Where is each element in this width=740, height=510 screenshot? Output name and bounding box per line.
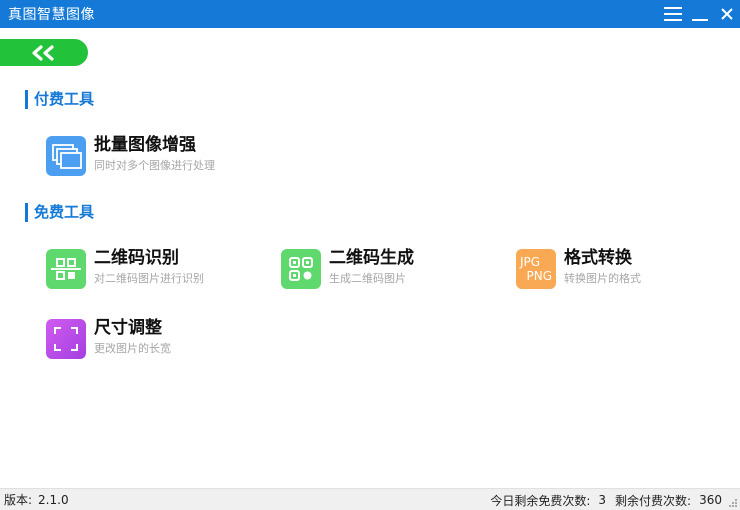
tool-name: 二维码识别 (94, 248, 179, 268)
close-icon[interactable] (713, 0, 740, 28)
tool-desc: 生成二维码图片 (329, 272, 406, 285)
resize-grip-icon[interactable] (728, 498, 738, 508)
tool-name: 二维码生成 (329, 248, 414, 268)
png-label: PNG (526, 269, 552, 283)
resize-frame-icon (46, 319, 86, 359)
tool-qr-generate[interactable]: 二维码生成 生成二维码图片 (281, 248, 414, 289)
status-bar: 版本: 2.1.0 今日剩余免费次数: 3 剩余付费次数: 360 (0, 488, 740, 510)
back-button[interactable] (0, 39, 88, 66)
tool-resize[interactable]: 尺寸调整 更改图片的长宽 (46, 318, 171, 359)
free-count-value: 3 (598, 493, 607, 507)
tool-name: 批量图像增强 (94, 135, 196, 155)
app-window: 真图智慧图像 付费工具 批量图像增强 同时对多个图像进行处理 免费工具 二维码识… (0, 0, 740, 510)
menu-icon[interactable] (659, 0, 686, 28)
paid-count-label: 剩余付费次数: (615, 493, 692, 508)
free-section-title: 免费工具 (25, 203, 94, 222)
tool-name: 尺寸调整 (94, 318, 162, 338)
paid-section-title: 付费工具 (25, 90, 94, 109)
format-convert-icon: JPG PNG (516, 249, 556, 289)
free-count-label: 今日剩余免费次数: (490, 493, 591, 508)
tool-name: 格式转换 (564, 248, 632, 268)
qr-scan-icon (46, 249, 86, 289)
window-controls (659, 0, 740, 28)
paid-count-value: 360 (699, 493, 722, 507)
tool-batch-enhance[interactable]: 批量图像增强 同时对多个图像进行处理 (46, 135, 215, 176)
tool-desc: 同时对多个图像进行处理 (94, 159, 215, 172)
minimize-icon[interactable] (686, 0, 713, 28)
version-value: 2.1.0 (38, 492, 69, 507)
stacked-images-icon (46, 136, 86, 176)
tool-desc: 对二维码图片进行识别 (94, 272, 204, 285)
app-title: 真图智慧图像 (8, 7, 95, 23)
qr-code-icon (281, 249, 321, 289)
tool-format-convert[interactable]: JPG PNG 格式转换 转换图片的格式 (516, 248, 641, 289)
tool-desc: 转换图片的格式 (564, 272, 641, 285)
tool-qr-recognize[interactable]: 二维码识别 对二维码图片进行识别 (46, 248, 204, 289)
tool-desc: 更改图片的长宽 (94, 342, 171, 355)
jpg-label: JPG (520, 255, 541, 269)
double-chevron-left-icon (32, 44, 54, 61)
title-bar: 真图智慧图像 (0, 0, 740, 28)
version-label: 版本: (4, 493, 33, 507)
